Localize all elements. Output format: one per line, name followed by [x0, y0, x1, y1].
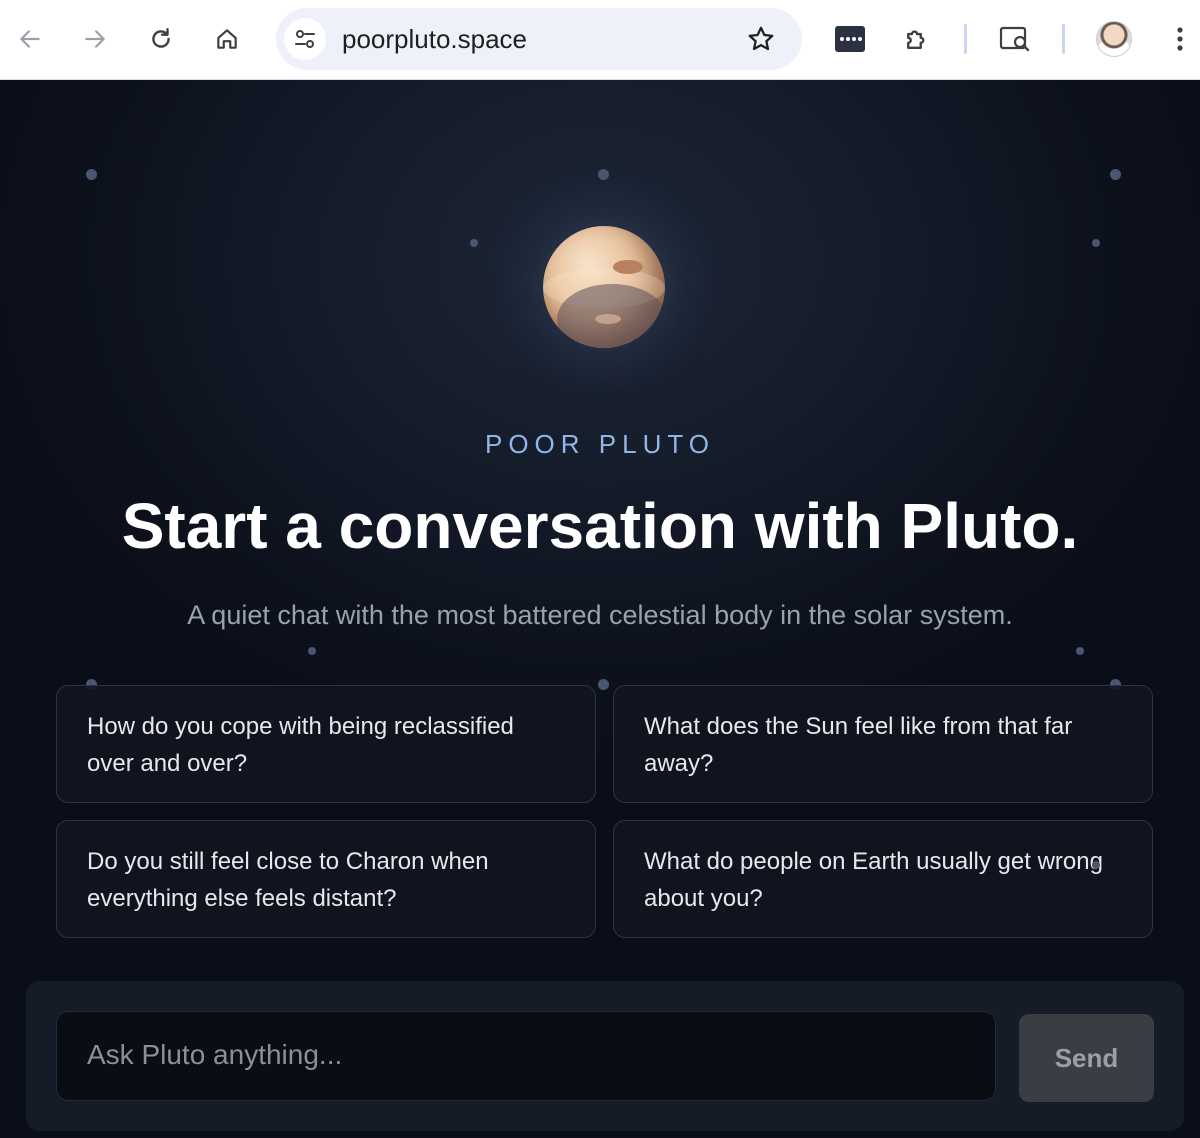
star-dot: [1092, 239, 1100, 247]
arrow-right-icon: [85, 30, 105, 48]
home-icon: [217, 29, 237, 49]
chat-input[interactable]: Ask Pluto anything...: [56, 1011, 996, 1101]
suggestion-card[interactable]: Do you still feel close to Charon when e…: [56, 820, 596, 938]
star-dot: [86, 169, 97, 180]
chat-composer: Ask Pluto anything... Send: [26, 981, 1184, 1131]
star-icon: [748, 26, 774, 51]
arrow-left-icon: [20, 30, 40, 48]
page-title: Start a conversation with Pluto.: [121, 490, 1079, 562]
password-dots-icon: [835, 26, 865, 52]
bookmark-button[interactable]: [746, 24, 776, 54]
suggestion-text: How do you cope with being reclassified …: [87, 713, 514, 777]
page-subtitle: A quiet chat with the most battered cele…: [187, 600, 1013, 630]
toolbar-divider: [1062, 24, 1065, 54]
reload-icon: [152, 28, 170, 48]
more-vertical-icon: [1177, 27, 1183, 51]
suggestion-card[interactable]: What do people on Earth usually get wron…: [613, 820, 1153, 938]
suggestion-card[interactable]: How do you cope with being reclassified …: [56, 685, 596, 803]
star-dot: [1076, 647, 1084, 655]
suggestion-text: Do you still feel close to Charon when e…: [87, 848, 489, 912]
extensions-button[interactable]: [897, 19, 937, 59]
tune-icon: [295, 30, 315, 48]
profile-avatar[interactable]: [1096, 21, 1132, 57]
star-dot: [598, 679, 609, 690]
site-info-button[interactable]: [284, 18, 326, 60]
star-dot: [1092, 861, 1100, 869]
back-button[interactable]: [10, 19, 50, 59]
suggestion-text: What does the Sun feel like from that fa…: [644, 713, 1073, 777]
star-dot: [598, 169, 609, 180]
search-tabs-button[interactable]: [995, 19, 1035, 59]
star-dot: [308, 647, 316, 655]
window-search-icon: [999, 26, 1030, 52]
url-text[interactable]: poorpluto.space: [342, 24, 527, 54]
forward-button[interactable]: [75, 19, 115, 59]
pluto-planet-icon: [543, 226, 665, 348]
page-content: POOR PLUTO Start a conversation with Plu…: [0, 80, 1200, 1138]
suggestion-card[interactable]: What does the Sun feel like from that fa…: [613, 685, 1153, 803]
reload-button[interactable]: [141, 19, 181, 59]
toolbar-divider: [964, 24, 967, 54]
star-dot: [470, 239, 478, 247]
menu-button[interactable]: [1160, 19, 1200, 59]
suggestion-text: What do people on Earth usually get wron…: [644, 848, 1103, 912]
brand-eyebrow: POOR PLUTO: [484, 429, 715, 459]
star-dot: [1110, 169, 1121, 180]
browser-toolbar: poorpluto.space: [0, 0, 1200, 80]
puzzle-icon: [907, 30, 925, 49]
address-bar[interactable]: poorpluto.space: [276, 8, 802, 70]
password-manager-button[interactable]: [830, 19, 870, 59]
home-button[interactable]: [207, 19, 247, 59]
send-button[interactable]: Send: [1019, 1014, 1154, 1102]
